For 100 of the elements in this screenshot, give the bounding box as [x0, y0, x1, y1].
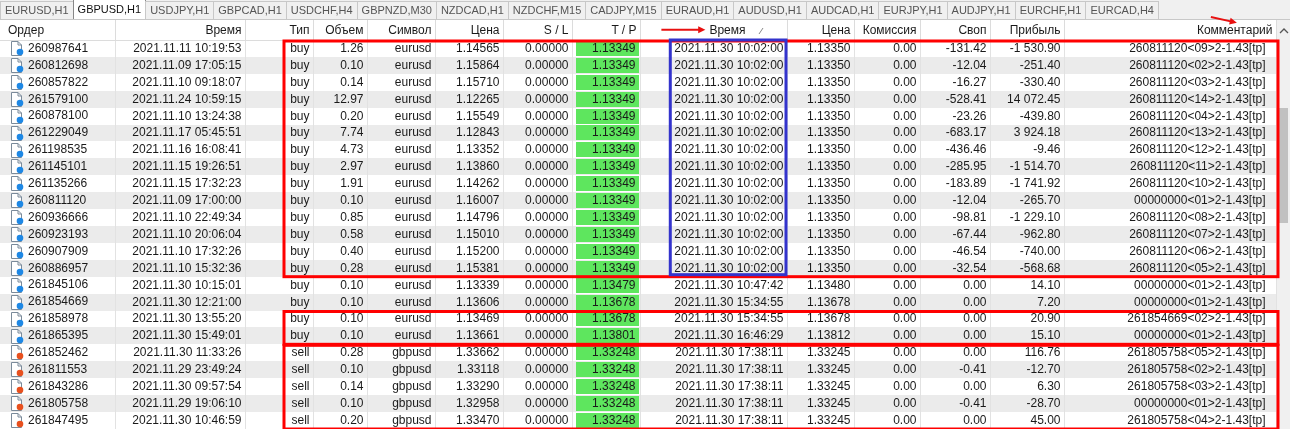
table-cell: 1.13350: [807, 260, 851, 275]
tab[interactable]: EURCAD,H4: [1085, 1, 1159, 19]
table-cell: 2021.11.10 13:24:38: [132, 108, 242, 123]
table-cell: 1.13350: [807, 142, 851, 157]
table-cell: -12.70: [1026, 362, 1061, 377]
tab[interactable]: AUDCAD,H1: [805, 1, 880, 19]
document-icon: [10, 260, 24, 276]
tab[interactable]: NZDCHF,M15: [507, 1, 587, 19]
table-cell: 0.00000: [525, 193, 569, 208]
table-cell: 0.00000: [525, 311, 569, 326]
table-cell: 1.13812: [807, 328, 851, 343]
table-cell: -285.95: [945, 159, 987, 174]
table-cell: 2021.11.30 15:49:01: [132, 328, 242, 343]
table-cell: 1.13350: [807, 125, 851, 140]
table-cell: 2021.11.09 17:00:00: [132, 193, 242, 208]
table-cell: 00000000<01>2-1.43[tp]: [1134, 396, 1266, 410]
column-header[interactable]: Ордер: [8, 22, 45, 37]
table-cell: 2021.11.30 11:33:26: [133, 345, 242, 360]
table-cell: 1.13349: [575, 108, 639, 124]
table-cell: 0.00: [893, 176, 917, 191]
table-cell: buy: [290, 193, 310, 208]
column-header[interactable]: Время: [709, 22, 746, 37]
table-cell: 2021.11.30 10:02:00: [674, 91, 784, 106]
table-cell: 261135266: [28, 176, 88, 191]
table-cell: -330.40: [1019, 74, 1061, 89]
table-cell: buy: [290, 159, 310, 174]
table-cell: 2021.11.29 23:49:24: [132, 362, 242, 377]
column-header[interactable]: Цена: [470, 22, 500, 37]
table-cell: 1.13480: [807, 277, 851, 292]
tab[interactable]: AUDUSD,H1: [733, 1, 807, 19]
table-cell: 1.13350: [807, 108, 851, 123]
table-cell: 0.00: [893, 379, 917, 394]
table-cell: -0.41: [959, 396, 987, 410]
tab[interactable]: AUDJPY,H1: [946, 1, 1016, 19]
tab[interactable]: EURCHF,H1: [1014, 1, 1087, 19]
table-cell: 1.13678: [575, 294, 639, 310]
table-cell: -683.17: [945, 125, 987, 140]
table-cell: buy: [290, 311, 310, 326]
table-cell: 1.13860: [456, 159, 500, 174]
table-cell: -528.41: [945, 91, 987, 106]
column-header[interactable]: Прибыль: [1009, 22, 1061, 37]
tab[interactable]: GBPNZD,M30: [356, 1, 437, 19]
table-cell: 0.00000: [525, 176, 569, 191]
table-cell: 1.13349: [575, 243, 639, 259]
table-cell: 0.00: [963, 412, 987, 427]
column-header[interactable]: Время: [205, 22, 242, 37]
tab[interactable]: GBPCAD,H1: [213, 1, 287, 19]
table-cell: 0.00000: [525, 277, 569, 292]
table-cell: buy: [290, 74, 310, 89]
tab[interactable]: EURAUD,H1: [660, 1, 735, 19]
scroll-thumb[interactable]: [1278, 108, 1288, 223]
table-cell: sell: [291, 379, 310, 394]
table-cell: 2021.11.09 17:05:15: [132, 57, 242, 72]
table-cell: 2021.11.30 12:21:00: [132, 294, 242, 309]
table-cell: 260811120<11>2-1.43[tp]: [1130, 159, 1266, 174]
table-cell: 116.76: [1024, 345, 1061, 360]
tab[interactable]: USDCHF,H4: [285, 1, 358, 19]
column-header[interactable]: Цена: [821, 22, 851, 37]
table-cell: 261805758<02>2-1.43[tp]: [1127, 362, 1266, 377]
tab[interactable]: USDJPY,H1: [145, 1, 215, 19]
table-cell: 0.00000: [525, 412, 569, 427]
tab[interactable]: EURUSD,H1: [0, 1, 74, 19]
column-header[interactable]: T / P: [611, 22, 637, 37]
tab[interactable]: NZDCAD,H1: [435, 1, 509, 19]
table-cell: 1.13349: [575, 193, 639, 209]
table-cell: eurusd: [394, 125, 432, 140]
tab[interactable]: GBPUSD,H1: [72, 0, 147, 19]
table-cell: 0.00000: [525, 345, 569, 360]
column-header[interactable]: Тип: [289, 22, 310, 37]
table-cell: 260811120<12>2-1.43[tp]: [1129, 142, 1266, 157]
table-cell: 1.13350: [807, 176, 851, 191]
table-cell: gbpusd: [392, 396, 432, 410]
table-cell: buy: [290, 260, 310, 275]
table-cell: 260987641: [28, 41, 89, 56]
column-header[interactable]: Комиссия: [862, 22, 917, 37]
table-cell: 261865395: [28, 328, 89, 343]
tab[interactable]: CADJPY,M15: [585, 1, 662, 19]
table-cell: -265.70: [1019, 193, 1061, 208]
column-header[interactable]: Объем: [325, 22, 364, 37]
column-header[interactable]: Символ: [388, 22, 432, 37]
table-cell: 1.33248: [575, 412, 639, 428]
column-header[interactable]: S / L: [543, 22, 569, 37]
table-cell: -1 741.92: [1009, 176, 1061, 191]
table-cell: 260923193: [28, 226, 89, 241]
column-header[interactable]: Своп: [958, 22, 987, 37]
document-icon: [10, 159, 24, 175]
table-cell: 0.00: [893, 74, 917, 89]
table-cell: 261145101: [28, 159, 88, 174]
column-header[interactable]: Комментарий: [1196, 22, 1273, 37]
table-cell: 1.13350: [807, 74, 851, 89]
scroll-up-icon[interactable]: [1278, 28, 1289, 34]
document-icon: [10, 142, 24, 158]
table-cell: -98.81: [952, 210, 987, 224]
table-cell: 2021.11.10 17:32:26: [132, 243, 242, 258]
table-cell: -0.41: [959, 362, 987, 377]
tab[interactable]: EURJPY,H1: [878, 1, 948, 19]
table-cell: 1.15381: [456, 260, 500, 275]
table-cell: 2021.11.30 10:02:00: [674, 210, 784, 224]
table-cell: 0.10: [340, 396, 364, 410]
table-cell: buy: [290, 142, 310, 157]
